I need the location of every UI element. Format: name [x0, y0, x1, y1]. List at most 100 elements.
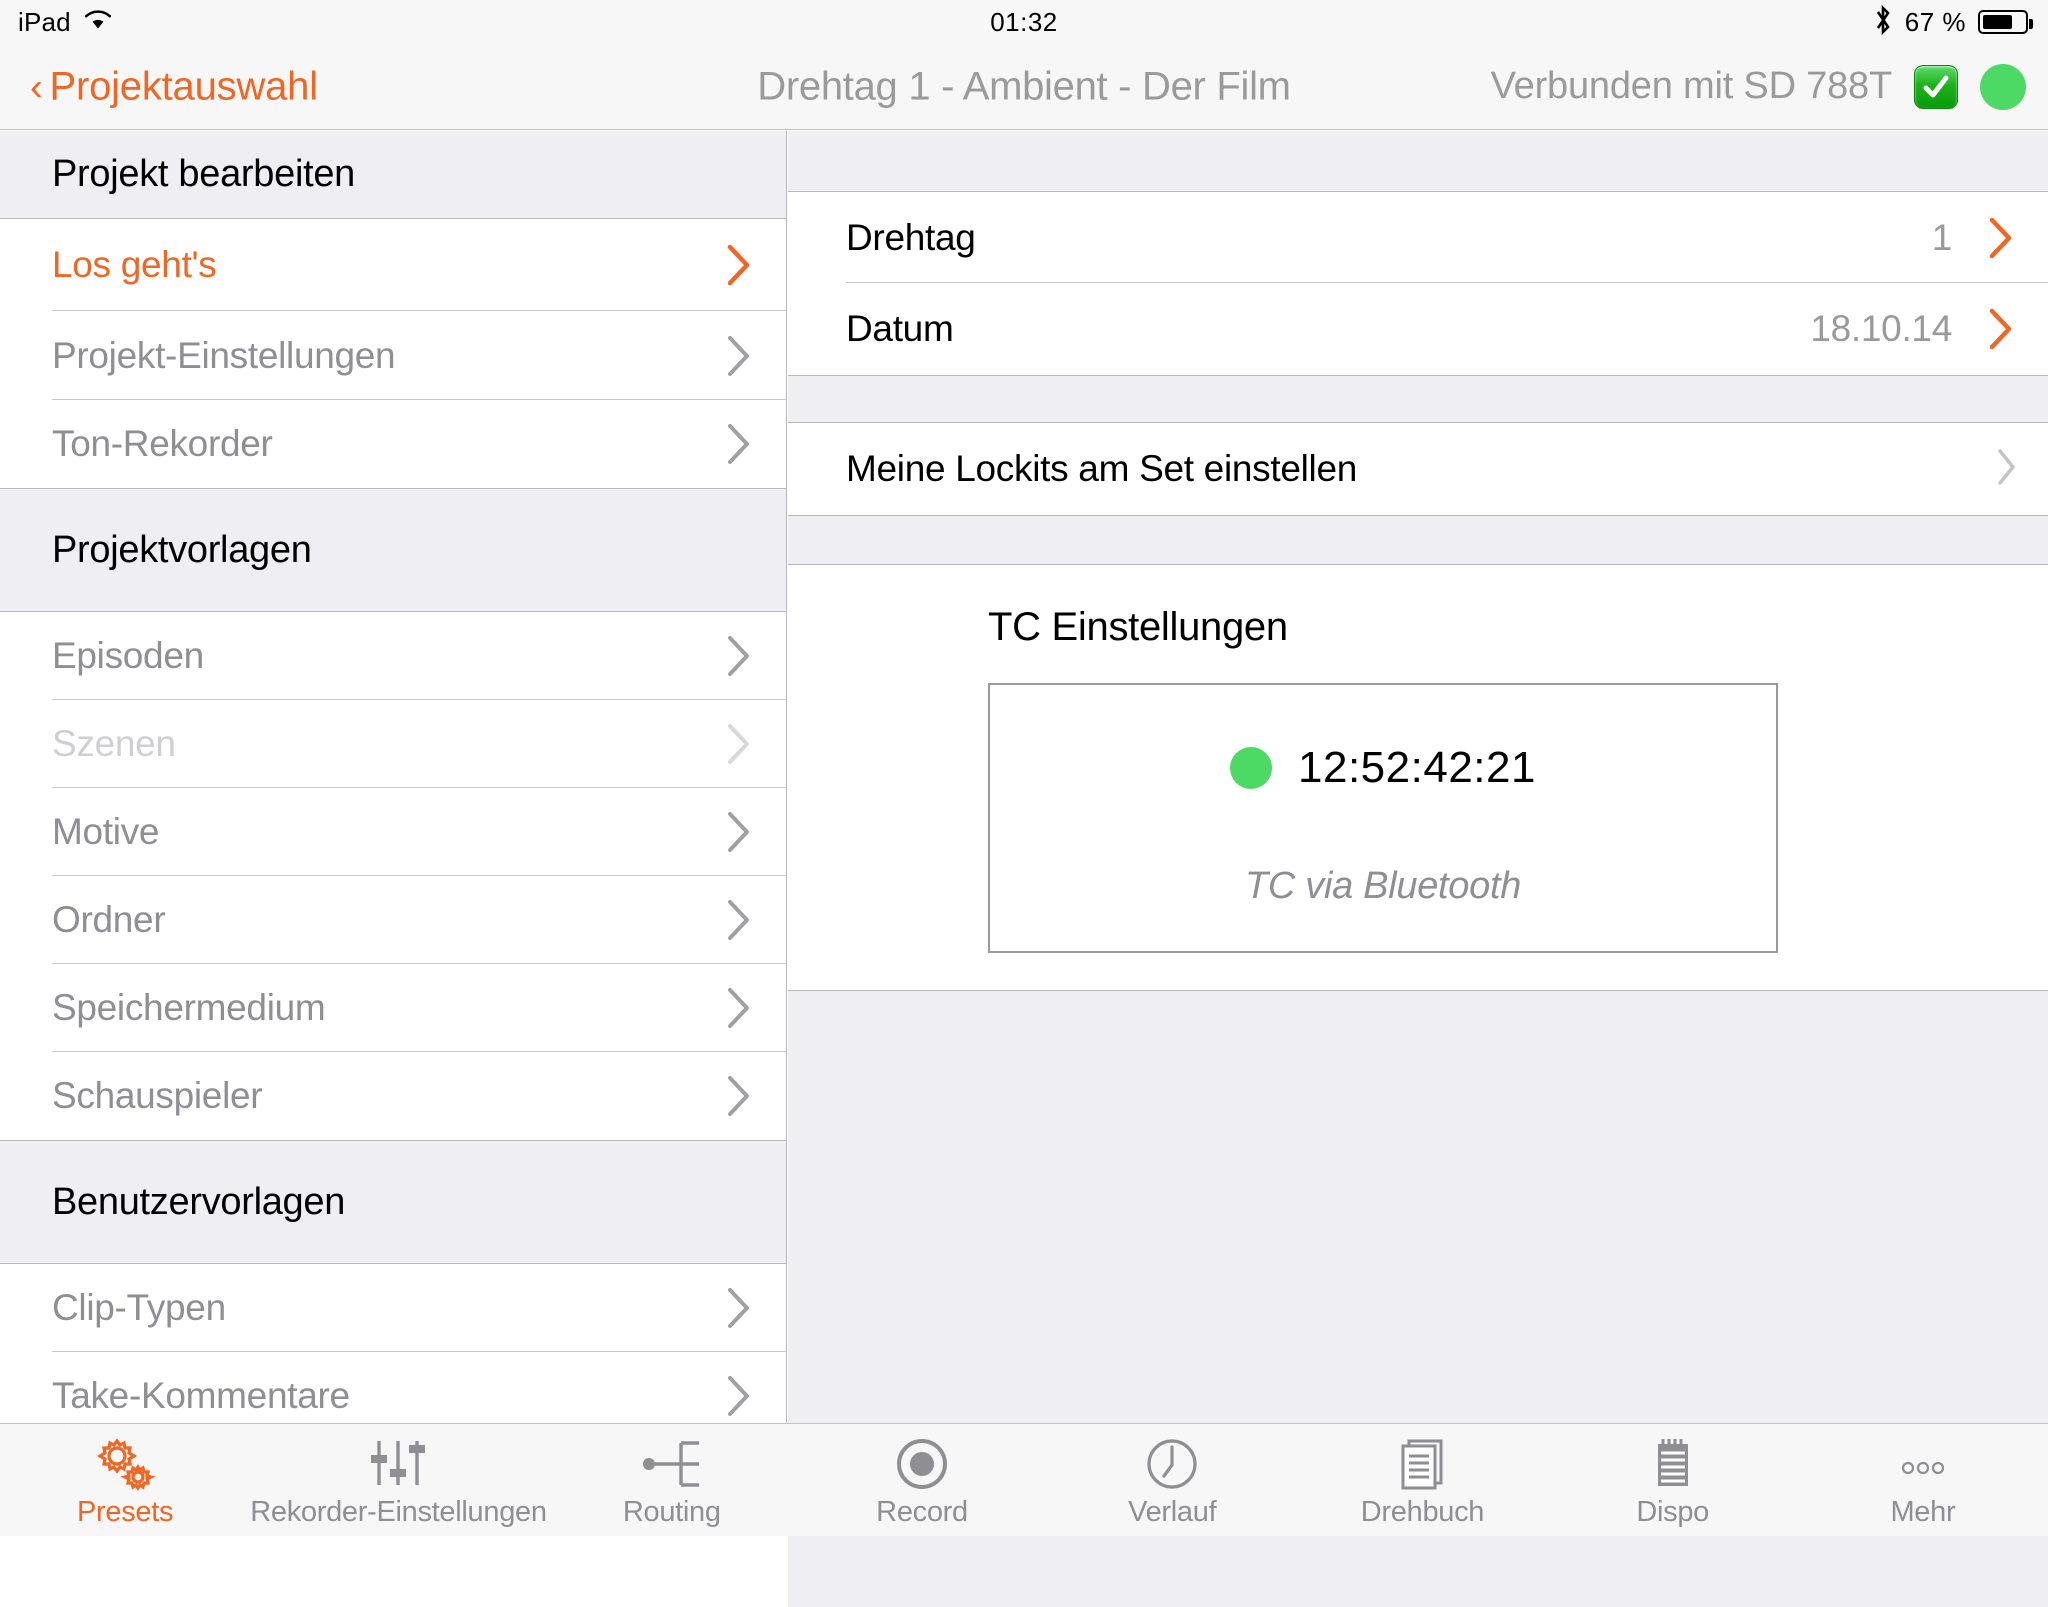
- tc-timecode-value: 12:52:42:21: [1298, 743, 1536, 793]
- detail-group-drehtag: Drehtag 1 Datum 18.10.14: [788, 191, 2048, 375]
- tab-label: Routing: [623, 1496, 721, 1529]
- sidebar-item-motive[interactable]: Motive: [0, 788, 786, 876]
- sidebar-item-ordner[interactable]: Ordner: [0, 876, 786, 964]
- navigation-bar: ‹Projektauswahl Drehtag 1 - Ambient - De…: [0, 44, 2048, 130]
- sidebar-item-label: Clip-Typen: [52, 1287, 226, 1329]
- tab-label: Rekorder-Einstellungen: [250, 1496, 546, 1529]
- record-circle-icon: [893, 1434, 951, 1494]
- sidebar-section-header-benutzervorlagen: Benutzervorlagen: [0, 1140, 786, 1264]
- sidebar-item-label: Ton-Rekorder: [52, 423, 273, 465]
- sidebar-item-episoden[interactable]: Episoden: [0, 612, 786, 700]
- sidebar-section-header-projekt-bearbeiten: Projekt bearbeiten: [0, 131, 786, 219]
- chevron-right-icon: [1996, 447, 2022, 491]
- tab-label: Mehr: [1890, 1496, 1955, 1529]
- sidebar-item-projekt-einstellungen[interactable]: Projekt-Einstellungen: [0, 311, 786, 400]
- notepad-icon: [1644, 1434, 1702, 1494]
- detail-pane: Drehtag 1 Datum 18.10.14 Meine Lockits a…: [788, 131, 2048, 1423]
- tab-label: Verlauf: [1128, 1496, 1216, 1529]
- sidebar-item-los-gehts[interactable]: Los geht's: [0, 219, 786, 311]
- sidebar-item-label: Motive: [52, 811, 159, 853]
- chevron-right-icon: [726, 334, 752, 378]
- detail-group-spacer-1: [788, 375, 2048, 423]
- gears-icon: [93, 1434, 157, 1494]
- sidebar[interactable]: Projekt bearbeiten Los geht's Projekt-Ei…: [0, 131, 787, 1423]
- chevron-right-icon: [1988, 307, 2014, 351]
- sidebar-item-take-kommentare[interactable]: Take-Kommentare: [0, 1352, 786, 1423]
- tab-verlauf[interactable]: Verlauf: [1047, 1424, 1297, 1537]
- tab-record[interactable]: Record: [797, 1424, 1047, 1537]
- connection-status: Verbunden mit SD 788T: [1491, 64, 2026, 110]
- sidebar-item-speichermedium[interactable]: Speichermedium: [0, 964, 786, 1052]
- sidebar-item-label: Szenen: [52, 723, 176, 765]
- tab-dispo[interactable]: Dispo: [1548, 1424, 1798, 1537]
- battery-percent-label: 67 %: [1905, 7, 1966, 38]
- sidebar-item-label: Projekt-Einstellungen: [52, 335, 395, 377]
- sidebar-item-clip-typen[interactable]: Clip-Typen: [0, 1264, 786, 1352]
- ellipsis-icon: [1888, 1434, 1958, 1494]
- tc-settings-title: TC Einstellungen: [988, 605, 1288, 650]
- chevron-right-icon: [726, 243, 752, 287]
- detail-group-spacer-2: [788, 515, 2048, 565]
- bluetooth-icon: [1873, 4, 1893, 40]
- chevron-right-icon: [726, 986, 752, 1030]
- tab-presets[interactable]: Presets: [0, 1424, 250, 1537]
- clock-icon: [1143, 1434, 1201, 1494]
- sidebar-item-label: Episoden: [52, 635, 204, 677]
- chevron-right-icon: [726, 722, 752, 766]
- section-title: Projekt bearbeiten: [52, 153, 355, 196]
- detail-row-lockits[interactable]: Meine Lockits am Set einstellen: [788, 423, 2048, 515]
- tc-status-dot-icon: [1230, 747, 1272, 789]
- chevron-right-icon: [726, 634, 752, 678]
- status-bar-right: 67 %: [1873, 4, 2028, 40]
- status-bar-clock: 01:32: [0, 7, 2048, 38]
- tc-readout: 12:52:42:21: [990, 743, 1776, 793]
- chevron-right-icon: [726, 1074, 752, 1118]
- sidebar-item-label: Speichermedium: [52, 987, 325, 1029]
- chevron-right-icon: [726, 898, 752, 942]
- chevron-right-icon: [726, 1374, 752, 1418]
- detail-row-label: Meine Lockits am Set einstellen: [846, 448, 1357, 490]
- section-title: Benutzervorlagen: [52, 1181, 345, 1224]
- tab-bar: Presets Rekorder-Einstellungen: [0, 1423, 2048, 1536]
- tab-label: Presets: [77, 1496, 173, 1529]
- tab-label: Record: [876, 1496, 968, 1529]
- tab-routing[interactable]: Routing: [547, 1424, 797, 1537]
- sidebar-item-label: Take-Kommentare: [52, 1375, 350, 1417]
- sidebar-item-ton-rekorder[interactable]: Ton-Rekorder: [0, 400, 786, 488]
- connection-status-dot[interactable]: [1980, 64, 2026, 110]
- sidebar-section-header-projektvorlagen: Projektvorlagen: [0, 488, 786, 612]
- tab-drehbuch[interactable]: Drehbuch: [1297, 1424, 1547, 1537]
- connection-label: Verbunden mit SD 788T: [1491, 65, 1892, 108]
- sidebar-item-label: Schauspieler: [52, 1075, 262, 1117]
- sidebar-item-szenen: Szenen: [0, 700, 786, 788]
- chevron-right-icon: [1988, 216, 2014, 260]
- routing-icon: [637, 1434, 707, 1494]
- green-check-icon[interactable]: [1914, 65, 1958, 109]
- tab-label: Dispo: [1636, 1496, 1709, 1529]
- detail-row-drehtag[interactable]: Drehtag 1: [788, 192, 2048, 283]
- tc-settings-section: TC Einstellungen 12:52:42:21 TC via Blue…: [788, 565, 2048, 990]
- detail-row-datum[interactable]: Datum 18.10.14: [788, 283, 2048, 375]
- section-title: Projektvorlagen: [52, 529, 312, 572]
- sidebar-item-label: Los geht's: [52, 244, 217, 286]
- battery-icon: [1978, 10, 2028, 34]
- sidebar-item-schauspieler[interactable]: Schauspieler: [0, 1052, 786, 1140]
- tab-rekorder-einstellungen[interactable]: Rekorder-Einstellungen: [250, 1424, 546, 1537]
- sidebar-item-label: Ordner: [52, 899, 165, 941]
- status-bar: iPad 01:32 67 %: [0, 0, 2048, 44]
- tc-source-label: TC via Bluetooth: [990, 865, 1776, 908]
- tab-mehr[interactable]: Mehr: [1798, 1424, 2048, 1537]
- detail-row-label: Drehtag: [846, 217, 976, 259]
- tc-display-box[interactable]: 12:52:42:21 TC via Bluetooth: [988, 683, 1778, 953]
- documents-icon: [1393, 1434, 1451, 1494]
- chevron-right-icon: [726, 810, 752, 854]
- detail-row-value: 1: [1932, 217, 1952, 259]
- tab-label: Drehbuch: [1361, 1496, 1484, 1529]
- chevron-right-icon: [726, 1286, 752, 1330]
- detail-top-spacer: [788, 131, 2048, 191]
- detail-row-label: Datum: [846, 308, 953, 350]
- split-view: Projekt bearbeiten Los geht's Projekt-Ei…: [0, 131, 2048, 1423]
- detail-row-value: 18.10.14: [1810, 308, 1952, 350]
- chevron-right-icon: [726, 422, 752, 466]
- sliders-icon: [363, 1434, 433, 1494]
